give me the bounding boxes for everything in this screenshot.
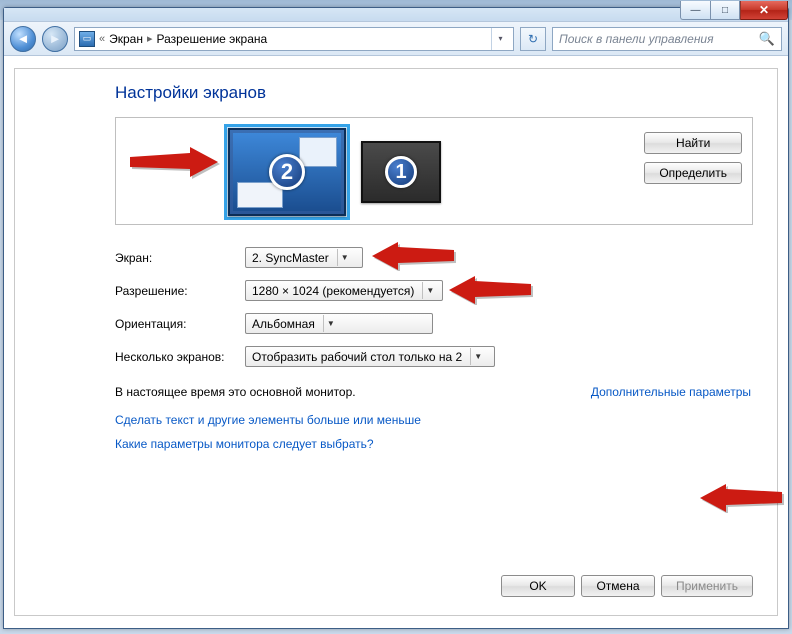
- monitor-1[interactable]: 1: [358, 138, 444, 206]
- advanced-params-link[interactable]: Дополнительные параметры: [591, 385, 751, 399]
- address-dropdown[interactable]: ▾: [491, 28, 509, 50]
- minimize-button[interactable]: —: [680, 1, 710, 20]
- monitor-2[interactable]: 2: [224, 124, 350, 220]
- screen-combo[interactable]: 2. SyncMaster ▼: [245, 247, 363, 268]
- chevron-down-icon: ▼: [422, 282, 437, 299]
- orientation-combo[interactable]: Альбомная ▼: [245, 313, 433, 334]
- identify-button[interactable]: Определить: [644, 162, 742, 184]
- multi-display-combo[interactable]: Отобразить рабочий стол только на 2 ▼: [245, 346, 495, 367]
- titlebar: — □ ✕: [4, 8, 788, 22]
- search-icon: 🔍: [759, 31, 775, 47]
- resolution-value: 1280 × 1024 (рекомендуется): [252, 284, 414, 298]
- resolution-label: Разрешение:: [115, 284, 245, 298]
- multi-display-value: Отобразить рабочий стол только на 2: [252, 350, 462, 364]
- nav-back-button[interactable]: ◄: [10, 26, 36, 52]
- maximize-button[interactable]: □: [710, 1, 740, 20]
- monitor-arrangement[interactable]: 2 1 Найти Определить: [115, 117, 753, 225]
- find-button[interactable]: Найти: [644, 132, 742, 154]
- search-placeholder: Поиск в панели управления: [559, 32, 714, 46]
- screen-label: Экран:: [115, 251, 245, 265]
- resolution-combo[interactable]: 1280 × 1024 (рекомендуется) ▼: [245, 280, 443, 301]
- breadcrumb-sep: ▸: [147, 32, 153, 45]
- breadcrumb-screen[interactable]: Экран: [109, 32, 143, 46]
- orientation-label: Ориентация:: [115, 317, 245, 331]
- monitor-1-badge: 1: [385, 156, 417, 188]
- close-button[interactable]: ✕: [740, 1, 788, 20]
- chevron-down-icon: ▼: [323, 315, 338, 332]
- ok-button[interactable]: OK: [501, 575, 575, 597]
- apply-button[interactable]: Применить: [661, 575, 753, 597]
- navbar: ◄ ► ▭ « Экран ▸ Разрешение экрана ▾ ↻ По…: [4, 22, 788, 56]
- multi-display-label: Несколько экранов:: [115, 350, 245, 364]
- dialog-buttons: OK Отмена Применить: [501, 575, 753, 597]
- breadcrumb-prefix: «: [99, 33, 105, 45]
- orientation-value: Альбомная: [252, 317, 315, 331]
- which-settings-link[interactable]: Какие параметры монитора следует выбрать…: [115, 437, 374, 451]
- text-size-link[interactable]: Сделать текст и другие элементы больше и…: [115, 413, 421, 427]
- monitor-2-badge: 2: [269, 154, 305, 190]
- display-icon: ▭: [79, 31, 95, 47]
- search-input[interactable]: Поиск в панели управления 🔍: [552, 27, 782, 51]
- nav-forward-button[interactable]: ►: [42, 26, 68, 52]
- page-title: Настройки экранов: [115, 83, 753, 103]
- chevron-down-icon: ▼: [337, 249, 352, 266]
- primary-monitor-status: В настоящее время это основной монитор.: [115, 385, 356, 399]
- window-controls: — □ ✕: [680, 1, 788, 20]
- chevron-down-icon: ▼: [470, 348, 485, 365]
- screen-value: 2. SyncMaster: [252, 251, 329, 265]
- cancel-button[interactable]: Отмена: [581, 575, 655, 597]
- refresh-button[interactable]: ↻: [520, 27, 546, 51]
- breadcrumb-resolution[interactable]: Разрешение экрана: [157, 32, 268, 46]
- content-pane: Настройки экранов 2 1 Найти Определить: [14, 68, 778, 616]
- address-bar[interactable]: ▭ « Экран ▸ Разрешение экрана ▾: [74, 27, 514, 51]
- control-panel-window: — □ ✕ ◄ ► ▭ « Экран ▸ Разрешение экрана …: [3, 7, 789, 629]
